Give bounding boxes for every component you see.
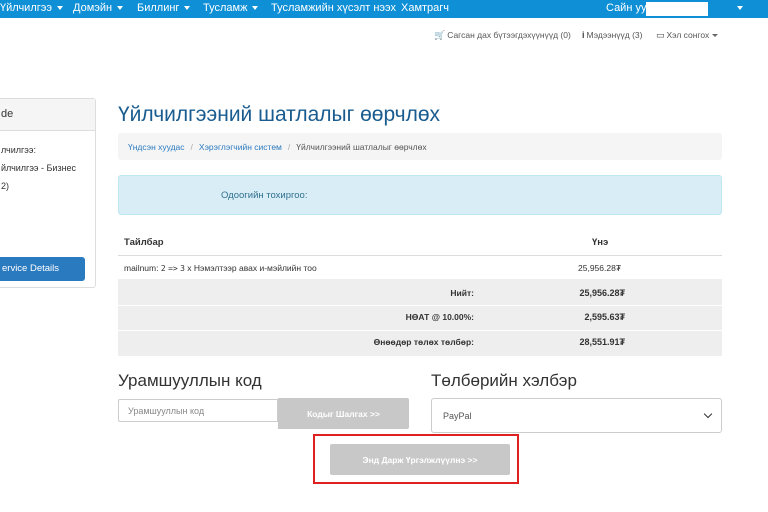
nav-services[interactable]: Үйлчилгээ: [0, 2, 63, 14]
page-title: Үйлчилгээний шатлалыг өөрчлөх: [118, 103, 441, 126]
service-details-label: ervice Details: [2, 263, 60, 274]
breadcrumb-separator: /: [190, 142, 193, 152]
chevron-down-icon: [703, 409, 713, 419]
chevron-down-icon: [737, 6, 743, 11]
continue-checkout-label: Энд Дарж Үргэлжлүүлнэ >>: [362, 455, 478, 465]
due-today-label: Өнөөдөр төлөх төлбөр:: [373, 337, 474, 347]
notifications-label: Мэдээнүүд (3): [586, 30, 643, 40]
nav-domains-label: Домэйн: [73, 2, 113, 14]
subtotal-value: 25,956.28₮: [579, 288, 625, 298]
chevron-down-icon: [252, 6, 259, 11]
language-label: Хэл сонгох: [666, 30, 710, 40]
totals-divider: [118, 305, 722, 306]
breadcrumb-home[interactable]: Үндсэн хуудас: [128, 142, 185, 152]
service-details-button[interactable]: ervice Details: [0, 257, 85, 281]
nav-open-ticket[interactable]: Тусламжийн хүсэлт нээх: [271, 2, 396, 14]
sidebar-line-plan: йлчилгээ - Бизнес: [1, 163, 77, 173]
breadcrumb-separator: /: [287, 142, 291, 152]
cart-label: Сагсан дах бүтээгдэхүүнүүд (0): [447, 30, 571, 40]
sidebar-header: de: [0, 99, 95, 131]
breadcrumb-client-area[interactable]: Хэрэглэгчийн систем: [199, 142, 282, 152]
payment-method-select[interactable]: PayPal: [431, 398, 722, 433]
chevron-down-icon: [184, 6, 191, 11]
nav-support[interactable]: Тусламж: [203, 2, 259, 14]
sidebar-header-label: de: [1, 108, 14, 120]
sidebar-line-service: лчилгээ:: [1, 145, 36, 155]
nav-open-ticket-label: Тусламжийн хүсэлт нээх: [271, 2, 397, 14]
nav-billing-label: Биллинг: [137, 2, 180, 14]
language-chooser[interactable]: ▭ Хэл сонгох: [656, 30, 719, 41]
chevron-down-icon: [56, 6, 63, 11]
user-menu-toggle[interactable]: [732, 2, 743, 14]
validate-code-button[interactable]: Кодыг Шалгах >>: [278, 398, 409, 429]
row-option-description: x Нэмэлтээр авах и-мэйлийн тоо: [187, 263, 317, 273]
promo-code-heading: Урамшууллын код: [118, 371, 262, 390]
row-price: 25,956.28₮: [578, 263, 622, 273]
validate-code-label: Кодыг Шалгах >>: [307, 409, 380, 419]
row-option-name: mailnum:: [124, 263, 159, 273]
subtotal-label: Нийт:: [450, 288, 474, 298]
column-price: Үнэ: [592, 237, 609, 248]
user-greeting: Сайн уу,: [606, 2, 648, 14]
row-arrow: =>: [168, 264, 178, 273]
table-row: mailnum: 2 => 3 x Нэмэлтээр авах и-мэйли…: [118, 256, 722, 280]
nav-support-label: Тусламж: [203, 2, 248, 14]
notifications-link[interactable]: i Мэдээнүүд (3): [582, 30, 642, 40]
top-navbar: Үйлчилгээ Домэйн Биллинг Тусламж Тусламж…: [0, 0, 768, 18]
totals-divider: [118, 330, 722, 331]
nav-domains[interactable]: Домэйн: [73, 2, 124, 14]
promo-code-input[interactable]: [118, 399, 278, 422]
chevron-down-icon: [117, 6, 124, 11]
row-from-value: 2: [160, 264, 166, 273]
nav-affiliates-label: Хамтрагч: [401, 2, 450, 14]
current-config-label: Одоогийн тохиргоо:: [221, 190, 308, 201]
info-icon: i: [582, 30, 585, 40]
due-today-value: 28,551.91₮: [579, 337, 625, 347]
current-config-alert: Одоогийн тохиргоо:: [118, 175, 722, 215]
breadcrumb-current: Үйлчилгээний шатлалыг өөрчлөх: [296, 142, 427, 152]
row-to-value: 3: [180, 264, 185, 273]
sidebar-line-extra: 2): [1, 181, 10, 191]
totals-block: Нийт: 25,956.28₮ НӨАТ @ 10.00%: 2,595.63…: [118, 280, 722, 356]
row-description: mailnum: 2 => 3 x Нэмэлтээр авах и-мэйли…: [124, 263, 317, 273]
continue-checkout-button[interactable]: Энд Дарж Үргэлжлүүлнэ >>: [330, 444, 510, 475]
chevron-down-icon: [712, 34, 719, 38]
cart-icon: 🛒: [434, 30, 446, 40]
table-header: Тайлбар Үнэ: [118, 230, 722, 256]
greeting-text: Сайн уу,: [606, 2, 649, 14]
vat-label: НӨАТ @ 10.00%:: [405, 312, 474, 322]
vat-value: 2,595.63₮: [584, 312, 625, 322]
language-icon: ▭: [656, 30, 665, 40]
nav-services-label: Үйлчилгээ: [0, 2, 52, 14]
nav-affiliates[interactable]: Хамтрагч: [401, 2, 449, 14]
payment-method-heading: Төлбөрийн хэлбэр: [431, 371, 577, 390]
column-description: Тайлбар: [124, 237, 164, 248]
payment-method-value: PayPal: [443, 411, 472, 421]
username-box[interactable]: [646, 2, 708, 16]
view-cart-link[interactable]: 🛒 Сагсан дах бүтээгдэхүүнүүд (0): [434, 30, 571, 41]
nav-billing[interactable]: Биллинг: [137, 2, 191, 14]
breadcrumb: Үндсэн хуудас / Хэрэглэгчийн систем / Үйлчил…: [118, 133, 722, 160]
